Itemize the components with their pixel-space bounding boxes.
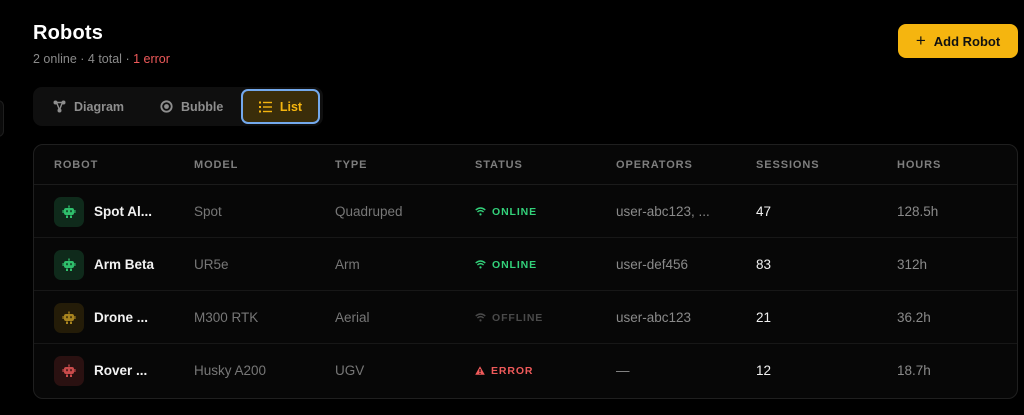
robot-name: Drone ... — [94, 310, 149, 325]
bubble-icon — [160, 100, 173, 113]
robot-cell: Rover ... — [54, 344, 147, 397]
warning-icon — [475, 366, 485, 375]
column-header-sessions: SESSIONS — [756, 159, 820, 171]
status-label: ONLINE — [492, 258, 538, 271]
robot-name: Arm Beta — [94, 257, 155, 272]
column-header-status: STATUS — [475, 159, 523, 171]
view-list-label: List — [279, 99, 303, 114]
sessions-cell: 12 — [756, 363, 772, 378]
status-label: ERROR — [491, 364, 534, 377]
view-bubble-button[interactable]: Bubble — [160, 87, 223, 126]
hours-cell: 36.2h — [897, 310, 931, 325]
model-cell: Spot — [194, 204, 222, 219]
table-row[interactable]: Rover ... Husky A200 UGV ERROR — 12 18.7h — [34, 344, 1017, 397]
robot-cell: Arm Beta — [54, 238, 154, 291]
status-badge: ONLINE — [475, 238, 537, 291]
table-row[interactable]: Drone ... M300 RTK Aerial OFFLINE user-abc12… — [34, 291, 1017, 344]
robot-icon — [54, 196, 84, 227]
table-row[interactable]: Spot Al... Spot Quadruped ONLINE user-abc123… — [34, 185, 1017, 238]
model-cell: UR5e — [194, 257, 229, 272]
robots-page: Robots 2 online · 4 total · 1 error + Ad… — [0, 0, 1024, 415]
robots-table: ROBOT MODEL TYPE STATUS OPERATORS SESSIO… — [33, 144, 1018, 399]
sessions-cell: 21 — [756, 310, 772, 325]
total-count: 4 total — [87, 52, 122, 66]
model-cell: Husky A200 — [194, 363, 267, 378]
robot-icon — [54, 249, 84, 280]
hours-cell: 18.7h — [897, 363, 931, 378]
status-label: ONLINE — [492, 205, 538, 218]
hours-cell: 128.5h — [897, 204, 939, 219]
type-cell: Quadruped — [335, 204, 403, 219]
sessions-cell: 83 — [756, 257, 772, 272]
robot-icon — [54, 302, 84, 333]
hours-cell: 312h — [897, 257, 928, 272]
robot-icon — [54, 355, 84, 386]
wifi-icon — [475, 313, 486, 322]
view-bubble-label: Bubble — [181, 99, 224, 114]
column-header-operators: OPERATORS — [616, 159, 693, 171]
diagram-icon — [53, 100, 66, 113]
robot-cell: Drone ... — [54, 291, 148, 344]
type-cell: Arm — [335, 257, 360, 272]
online-count: 2 online — [33, 52, 77, 66]
status-badge: ONLINE — [475, 185, 537, 238]
robot-name: Spot Al... — [94, 204, 152, 219]
plus-icon: + — [915, 31, 926, 50]
view-diagram-label: Diagram — [74, 99, 125, 114]
column-header-model: MODEL — [194, 159, 239, 171]
operators-cell: user-def456 — [616, 257, 689, 272]
add-robot-label: Add Robot — [933, 33, 1001, 49]
table-row[interactable]: Arm Beta UR5e Arm ONLINE user-def456 83 312h — [34, 238, 1017, 291]
type-cell: UGV — [335, 363, 365, 378]
robots-summary: 2 online · 4 total · 1 error — [33, 52, 170, 66]
type-cell: Aerial — [335, 310, 370, 325]
sessions-cell: 47 — [756, 204, 772, 219]
operators-cell: — — [616, 363, 630, 378]
sidebar-collapse-handle[interactable] — [0, 100, 4, 137]
column-header-hours: HOURS — [897, 159, 942, 171]
wifi-icon — [475, 260, 486, 269]
robot-cell: Spot Al... — [54, 185, 152, 238]
column-header-robot: ROBOT — [54, 159, 99, 171]
error-count: 1 error — [133, 52, 170, 66]
status-badge: ERROR — [475, 344, 533, 397]
status-label: OFFLINE — [492, 311, 544, 324]
operators-cell: user-abc123, ... — [616, 204, 710, 219]
column-header-type: TYPE — [335, 159, 368, 171]
robot-name: Rover ... — [94, 363, 148, 378]
view-switcher: Diagram Bubble List — [33, 87, 323, 126]
model-cell: M300 RTK — [194, 310, 259, 325]
list-icon — [258, 101, 272, 113]
add-robot-button[interactable]: + Add Robot — [898, 24, 1018, 58]
table-header: ROBOT MODEL TYPE STATUS OPERATORS SESSIO… — [34, 145, 1017, 185]
view-diagram-button[interactable]: Diagram — [53, 87, 124, 126]
page-title: Robots — [33, 22, 104, 44]
view-list-button[interactable]: List — [241, 89, 320, 124]
operators-cell: user-abc123 — [616, 310, 692, 325]
wifi-icon — [475, 207, 486, 216]
status-badge: OFFLINE — [475, 291, 543, 344]
